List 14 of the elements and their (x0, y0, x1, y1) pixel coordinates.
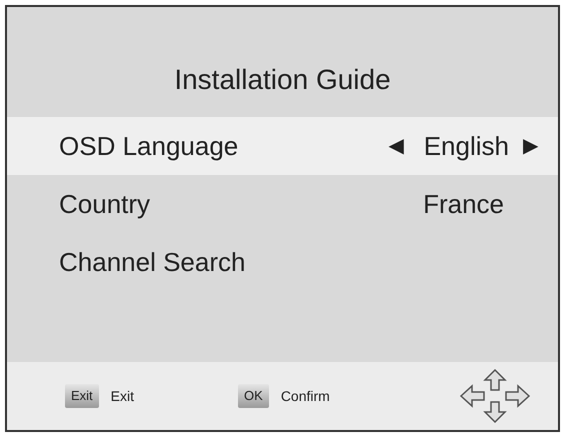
row-label: Country (59, 188, 152, 220)
menu-row[interactable]: OSD Language ◀ English ▶ (7, 117, 558, 175)
key-badge: Exit (65, 384, 99, 408)
menu-title: Installation Guide (174, 63, 391, 97)
key-badge: OK (238, 384, 269, 408)
right-arrow[interactable]: ▶ (523, 131, 538, 161)
key-hint: Confirm (280, 386, 330, 406)
left-arrow[interactable]: ◀ (388, 131, 404, 161)
navigation-arrows-icon (458, 368, 532, 424)
key-hint: Exit (110, 386, 134, 406)
row-value: France (423, 188, 504, 220)
row-value: English (424, 130, 509, 162)
row-label: OSD Language (59, 130, 240, 162)
row-label: Channel Search (59, 246, 246, 278)
